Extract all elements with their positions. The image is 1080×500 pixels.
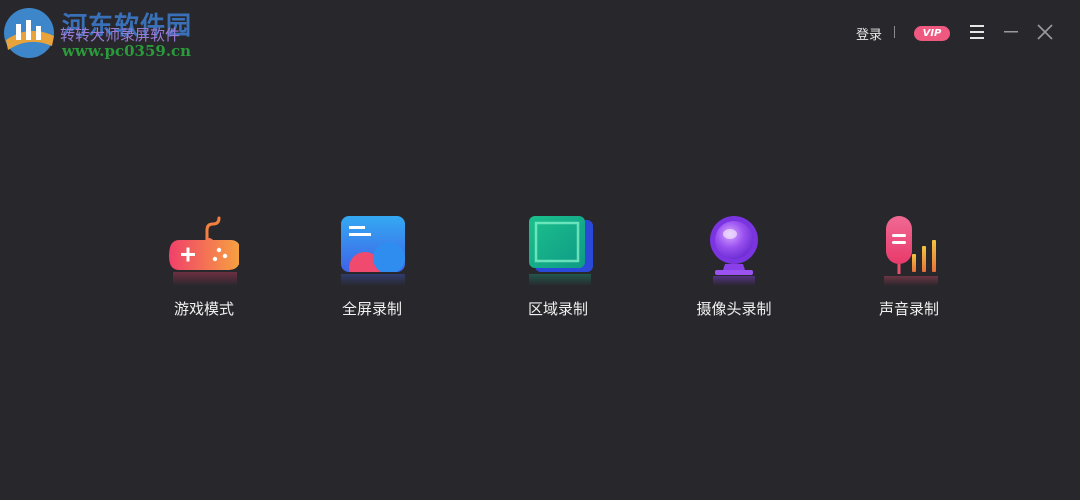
vip-button[interactable]: VIP	[914, 26, 950, 41]
mode-region-button[interactable]: 区域录制	[498, 210, 618, 325]
microphone-icon	[884, 216, 938, 286]
close-icon[interactable]	[1034, 22, 1056, 42]
mode-fullscreen-label: 全屏录制	[341, 300, 402, 318]
app-window: 河东软件园 转转大师录屏软件 www.pc0359.cn 登录 VIP 游戏模式…	[0, 0, 1080, 500]
hamburger-menu-icon[interactable]	[966, 22, 988, 42]
header-divider	[894, 26, 895, 38]
mode-webcam-label: 摄像头录制	[696, 300, 772, 318]
minimize-icon[interactable]	[1000, 22, 1022, 42]
mode-region-label: 区域录制	[527, 300, 588, 318]
mode-audio-button[interactable]: 声音录制	[849, 210, 969, 325]
mode-audio-label: 声音录制	[878, 300, 939, 318]
login-link[interactable]: 登录	[856, 24, 882, 43]
webcam-icon	[710, 216, 758, 286]
mode-game-button[interactable]: 游戏模式	[144, 210, 264, 325]
logo-icon	[4, 8, 54, 58]
mode-webcam-button[interactable]: 摄像头录制	[674, 210, 794, 325]
fullscreen-icon	[341, 216, 405, 288]
mode-fullscreen-button[interactable]: 全屏录制	[312, 210, 432, 325]
gamepad-icon	[169, 216, 239, 286]
region-icon	[529, 216, 593, 286]
mode-game-label: 游戏模式	[173, 300, 234, 318]
watermark-url: www.pc0359.cn	[62, 42, 192, 60]
